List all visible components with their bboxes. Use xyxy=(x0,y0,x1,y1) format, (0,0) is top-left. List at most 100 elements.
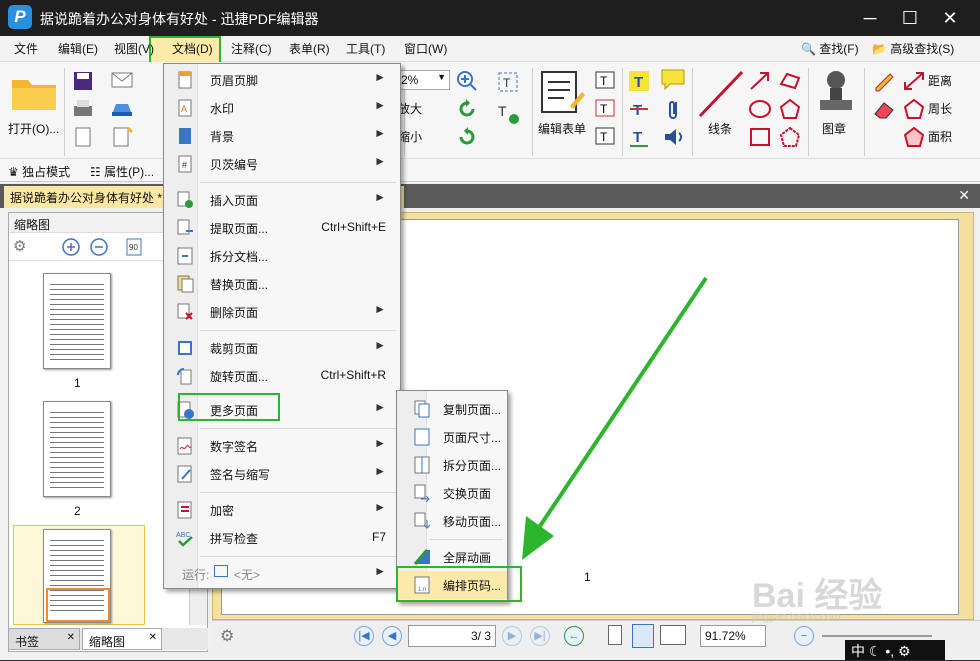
thumbnail-page-1[interactable] xyxy=(43,273,111,369)
typewriter-icon[interactable]: T xyxy=(594,98,616,118)
zoom-in-label[interactable]: 放大 xyxy=(398,100,422,117)
email-icon[interactable] xyxy=(110,70,134,90)
eraser-icon[interactable] xyxy=(872,98,896,120)
add-text-icon[interactable]: T xyxy=(496,100,522,126)
settings-gear-icon[interactable]: ⚙ xyxy=(220,626,234,646)
menu-item-extract-pages[interactable]: 提取页面... Ctrl+Shift+E xyxy=(164,214,400,242)
continuous-page-icon[interactable] xyxy=(632,624,654,648)
menu-file[interactable]: 文件 xyxy=(14,40,38,57)
zoom-out-label[interactable]: 缩小 xyxy=(398,128,422,145)
menu-item-bates-numbering[interactable]: # 贝茨编号 ► xyxy=(164,150,400,178)
menu-window[interactable]: 窗口(W) xyxy=(404,40,447,57)
close-document-icon[interactable]: ✕ xyxy=(958,187,970,204)
submenu-item-move-pages[interactable]: 移动页面... xyxy=(397,507,507,535)
menu-item-split-document[interactable]: 拆分文档... xyxy=(164,242,400,270)
area-icon[interactable] xyxy=(902,126,926,148)
save-icon[interactable] xyxy=(72,70,94,92)
rectangle-icon[interactable] xyxy=(748,126,772,148)
menu-item-digital-signature[interactable]: 数字签名 ► xyxy=(164,432,400,460)
line-icon[interactable] xyxy=(698,70,744,120)
thumbnail-page-2[interactable] xyxy=(43,401,111,497)
zoom-out-button[interactable]: − xyxy=(794,626,814,646)
stamp-icon[interactable] xyxy=(816,68,856,118)
rotate-right-icon[interactable] xyxy=(456,126,478,148)
perimeter-label[interactable]: 周长 xyxy=(928,100,952,117)
minimize-button[interactable]: ─ xyxy=(855,4,885,32)
facing-page-icon[interactable] xyxy=(660,625,686,645)
menu-view[interactable]: 视图(V) xyxy=(114,40,154,57)
submenu-item-swap-pages[interactable]: 交换页面 xyxy=(397,479,507,507)
ime-language[interactable]: 中 xyxy=(851,643,865,659)
edit-form-icon[interactable] xyxy=(540,70,586,114)
menu-item-header-footer[interactable]: 页眉页脚 ► xyxy=(164,66,400,94)
edit-form-label[interactable]: 编辑表单 xyxy=(538,120,586,137)
scanner-icon[interactable] xyxy=(110,98,134,118)
menu-document[interactable]: 文档(D) xyxy=(172,40,213,57)
print-icon[interactable] xyxy=(72,98,94,120)
viewer-scrollbar[interactable] xyxy=(959,213,973,619)
advanced-find-button[interactable]: 📂 高级查找(S) xyxy=(872,40,954,57)
menu-item-spell-check[interactable]: ABC 拼写检查 F7 xyxy=(164,524,400,552)
stamp-label[interactable]: 图章 xyxy=(822,120,846,137)
submenu-item-split-pages[interactable]: 拆分页面... xyxy=(397,451,507,479)
callout-icon[interactable]: T xyxy=(594,126,616,146)
open-label[interactable]: 打开(O)... xyxy=(8,120,59,137)
distance-icon[interactable] xyxy=(902,70,926,92)
settings-gear-icon[interactable]: ⚙ xyxy=(13,237,26,255)
close-button[interactable]: ✕ xyxy=(935,4,965,32)
zoom-level-input[interactable]: 91.72% xyxy=(700,625,766,647)
menu-form[interactable]: 表单(R) xyxy=(289,40,330,57)
cloud-icon[interactable] xyxy=(778,126,802,148)
underline-icon[interactable]: T xyxy=(628,126,650,148)
highlight-text-icon[interactable]: T xyxy=(628,70,650,92)
submenu-item-copy-pages[interactable]: 复制页面... xyxy=(397,395,507,423)
page-number-input[interactable]: 3/ 3 xyxy=(408,625,496,647)
thumbnail-page-3[interactable] xyxy=(43,529,111,623)
menu-item-run[interactable]: 运行: <无> ► xyxy=(164,560,400,588)
close-icon[interactable]: ✕ xyxy=(149,632,157,643)
close-icon[interactable]: ✕ xyxy=(67,632,75,643)
attach-file-icon[interactable] xyxy=(664,98,684,122)
menu-tools[interactable]: 工具(T) xyxy=(346,40,385,57)
line-label[interactable]: 线条 xyxy=(708,120,732,137)
select-text-icon[interactable]: T xyxy=(496,70,522,96)
menu-item-insert-pages[interactable]: 插入页面 ► xyxy=(164,186,400,214)
area-label[interactable]: 面积 xyxy=(928,128,952,145)
tab-bookmarks[interactable]: 书签 ✕ xyxy=(8,628,80,650)
properties-button[interactable]: ☷ 属性(P)... xyxy=(90,163,154,180)
previous-page-button[interactable]: ◀ xyxy=(382,626,402,646)
arrow-icon[interactable] xyxy=(748,70,772,92)
find-button[interactable]: 🔍 查找(F) xyxy=(801,40,859,57)
note-icon[interactable] xyxy=(660,68,686,92)
textbox-icon[interactable]: T xyxy=(594,70,616,90)
polyline-icon[interactable] xyxy=(778,70,802,92)
back-button[interactable]: ← xyxy=(564,626,584,646)
zoom-out-thumb-icon[interactable] xyxy=(89,237,109,257)
zoom-slider[interactable] xyxy=(822,635,932,637)
strikeout-icon[interactable]: T xyxy=(628,98,650,120)
sound-icon[interactable] xyxy=(662,126,686,148)
menu-item-replace-pages[interactable]: 替换页面... xyxy=(164,270,400,298)
menu-item-encrypt[interactable]: 加密 ► xyxy=(164,496,400,524)
menu-comment[interactable]: 注释(C) xyxy=(231,40,272,57)
first-page-button[interactable]: |◀ xyxy=(354,626,374,646)
menu-edit[interactable]: 编辑(E) xyxy=(58,40,98,57)
rotate-left-icon[interactable] xyxy=(456,98,478,120)
zoom-combo[interactable]: 2% ▼ xyxy=(396,70,450,90)
menu-item-watermark[interactable]: A 水印 ► xyxy=(164,94,400,122)
perimeter-icon[interactable] xyxy=(902,98,926,120)
single-page-icon[interactable] xyxy=(608,625,622,645)
menu-item-rotate-pages[interactable]: 旋转页面... Ctrl+Shift+R xyxy=(164,362,400,390)
maximize-button[interactable]: ☐ xyxy=(895,4,925,32)
zoom-in-thumb-icon[interactable] xyxy=(61,237,81,257)
menu-item-crop-pages[interactable]: 裁剪页面 ► xyxy=(164,334,400,362)
menu-item-sign-initial[interactable]: 签名与缩写 ► xyxy=(164,460,400,488)
menu-item-delete-pages[interactable]: 删除页面 ► xyxy=(164,298,400,326)
new-page-icon[interactable] xyxy=(110,126,134,148)
polygon-icon[interactable] xyxy=(778,98,802,120)
distance-label[interactable]: 距离 xyxy=(928,72,952,89)
tab-thumbnails[interactable]: 缩略图 ✕ xyxy=(82,628,162,650)
ellipse-icon[interactable] xyxy=(748,98,772,120)
zoom-in-icon[interactable] xyxy=(456,70,478,92)
submenu-item-page-size[interactable]: 页面尺寸... xyxy=(397,423,507,451)
